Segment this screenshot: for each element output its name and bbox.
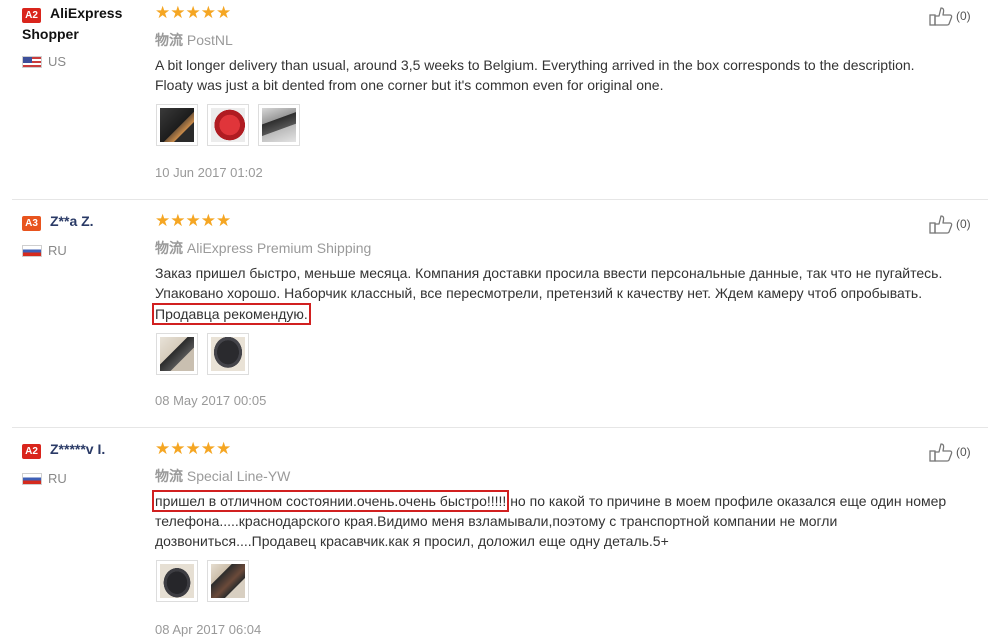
shipping-name: AliExpress Premium Shipping (186, 240, 372, 256)
buyer-country: RU (48, 243, 67, 258)
country-flag-icon (22, 245, 42, 257)
review-photo-thumbnail[interactable] (207, 560, 249, 602)
shipping-method: 物流 Special Line-YW (155, 466, 290, 486)
thumbs-up-icon (929, 443, 953, 462)
shipping-name: Special Line-YW (186, 468, 291, 484)
review-photo-thumbnail[interactable] (207, 333, 249, 375)
shipping-icon: 物流 (155, 32, 183, 48)
country-flag-icon (22, 56, 42, 68)
shipping-name: PostNL (186, 32, 233, 48)
highlighted-text: пришел в отличном состоянии.очень.очень … (151, 490, 510, 512)
shipping-icon: 物流 (155, 240, 183, 256)
review-date: 10 Jun 2017 01:02 (155, 165, 263, 180)
review-text-line: A bit longer delivery than usual, around… (155, 57, 915, 73)
review-divider (12, 427, 988, 428)
buyer-name[interactable]: Z*****v I. (50, 441, 105, 457)
review-text-line: телефона.....краснодарского края.Видимо … (155, 513, 838, 529)
review-date: 08 Apr 2017 06:04 (155, 622, 262, 637)
review-item: A3 Z**a Z. RU ★★★★★ 物流 AliExpress Premiu… (0, 208, 1000, 426)
buyer-name[interactable]: AliExpress (50, 5, 122, 21)
review-text-line: но по какой то причине в моем профиле ок… (510, 493, 947, 509)
shipping-method: 物流 AliExpress Premium Shipping (155, 238, 371, 258)
thumbs-up-icon (929, 215, 953, 234)
buyer-country: RU (48, 471, 67, 486)
helpful-count: (0) (956, 9, 971, 23)
helpful-button[interactable]: (0) (929, 442, 971, 462)
review-photo-thumbnail[interactable] (258, 104, 300, 146)
buyer-level-badge: A2 (22, 8, 41, 23)
helpful-count: (0) (956, 445, 971, 459)
star-rating: ★★★★★ (155, 439, 232, 458)
buyer-name-line2[interactable]: Shopper (22, 26, 79, 42)
review-date: 08 May 2017 00:05 (155, 393, 267, 408)
review-text-line: дозвониться....Продавец красавчик.как я … (155, 533, 669, 549)
review-text-line: Упаковано хорошо. Наборчик классный, все… (155, 285, 923, 301)
review-photo-thumbnail[interactable] (156, 560, 198, 602)
shipping-icon: 物流 (155, 468, 183, 484)
buyer-name[interactable]: Z**a Z. (50, 213, 94, 229)
helpful-button[interactable]: (0) (929, 214, 971, 234)
helpful-count: (0) (956, 217, 971, 231)
thumbs-up-icon (929, 7, 953, 26)
review-text-line: Заказ пришел быстро, меньше месяца. Комп… (155, 265, 943, 281)
review-divider (12, 199, 988, 200)
review-item: A2 AliExpress Shopper US ★★★★★ 物流 PostNL… (0, 0, 1000, 198)
star-rating: ★★★★★ (155, 211, 232, 230)
buyer-level-badge: A2 (22, 444, 41, 459)
shipping-method: 物流 PostNL (155, 30, 233, 50)
review-photo-thumbnail[interactable] (156, 333, 198, 375)
review-text-line: Floaty was just a bit dented from one co… (155, 77, 664, 93)
buyer-level-badge: A3 (22, 216, 41, 231)
country-flag-icon (22, 473, 42, 485)
review-photo-thumbnail[interactable] (156, 104, 198, 146)
review-item: A2 Z*****v I. RU ★★★★★ 物流 Special Line-Y… (0, 436, 1000, 642)
star-rating: ★★★★★ (155, 3, 232, 22)
buyer-country: US (48, 54, 67, 69)
helpful-button[interactable]: (0) (929, 6, 971, 26)
review-text: Заказ пришел быстро, меньше месяца. Комп… (152, 263, 985, 325)
review-text: пришел в отличном состоянии.очень.очень … (151, 490, 985, 551)
highlighted-text: Продавца рекомендую. (152, 303, 311, 325)
review-photo-thumbnail[interactable] (207, 104, 249, 146)
review-text: A bit longer delivery than usual, around… (155, 55, 985, 95)
